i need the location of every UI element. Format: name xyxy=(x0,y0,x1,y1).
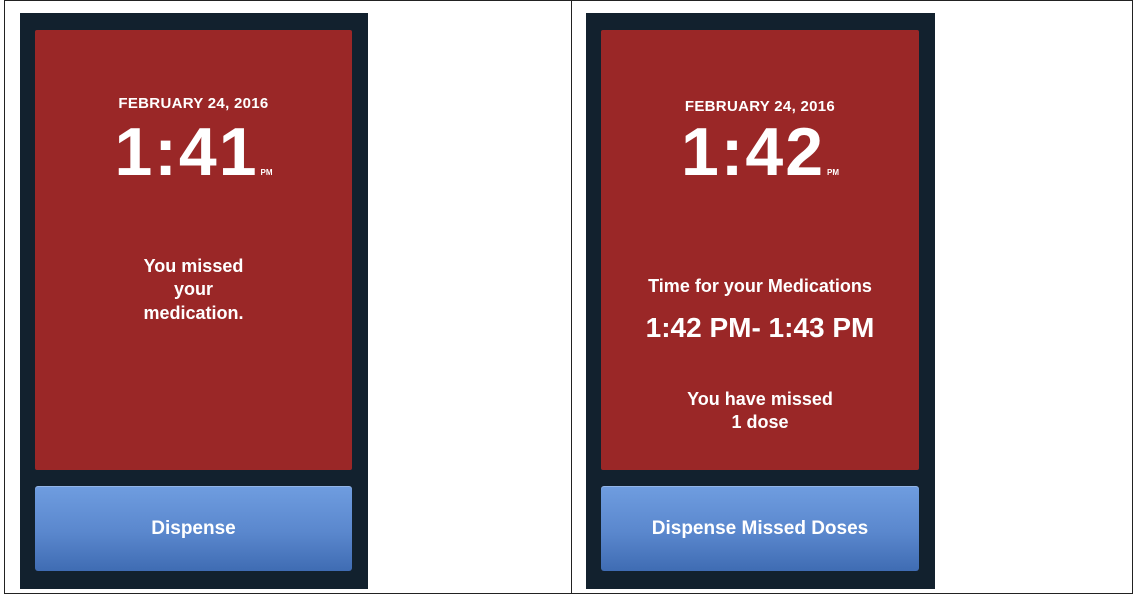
missed-dose-line: 1 dose xyxy=(731,412,789,433)
missed-dose-message: You have missed 1 dose xyxy=(601,388,919,435)
clock-ampm: PM xyxy=(260,168,273,177)
missed-message: You missed your medication. xyxy=(35,255,352,325)
clock-display: 1:42 PM xyxy=(601,118,919,186)
missed-message-line: You missed xyxy=(143,256,244,276)
clock-time: 1:42 xyxy=(680,114,826,190)
missed-medication-panel: FEBRUARY 24, 2016 1:41 PM You missed your… xyxy=(35,30,352,470)
missed-message-line: your xyxy=(173,279,213,300)
medication-time-panel: FEBRUARY 24, 2016 1:42 PM Time for your M… xyxy=(601,30,919,470)
clock-display: 1:41 PM xyxy=(35,118,352,186)
clock-ampm: PM xyxy=(827,168,840,177)
clock-time: 1:41 xyxy=(114,114,259,190)
medication-time-range: 1:42 PM- 1:43 PM xyxy=(645,312,875,343)
medication-heading: Time for your Medications xyxy=(648,276,872,296)
missed-message-line: medication. xyxy=(143,302,244,323)
device-frame-left: FEBRUARY 24, 2016 1:41 PM You missed your… xyxy=(20,13,368,589)
date-label: FEBRUARY 24, 2016 xyxy=(684,98,836,115)
date-label: FEBRUARY 24, 2016 xyxy=(118,95,269,112)
device-frame-right: FEBRUARY 24, 2016 1:42 PM Time for your M… xyxy=(586,13,935,589)
dispense-button[interactable]: Dispense xyxy=(35,486,352,571)
missed-dose-line: You have missed xyxy=(687,389,833,409)
dispense-missed-doses-button[interactable]: Dispense Missed Doses xyxy=(601,486,919,571)
